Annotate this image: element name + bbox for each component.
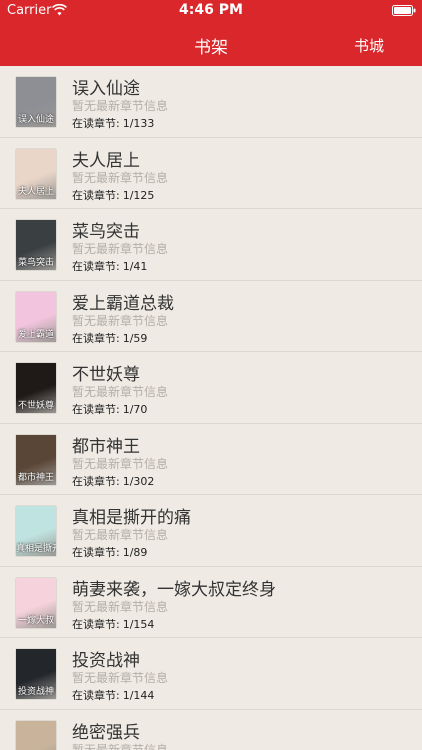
latest-chapter-info: 暂无最新章节信息 (72, 742, 169, 750)
book-cover[interactable]: 一嫁大叔 (16, 577, 56, 628)
book-cover[interactable]: 都市神王 (16, 434, 56, 485)
cover-title-text: 真相是撕开的痛 (16, 544, 56, 554)
cover-title-text: 都市神王 (17, 472, 54, 483)
book-title: 不世妖尊 (72, 365, 140, 385)
app-screen: Carrier 4:46 PM 书架 书城 误入仙途 误入仙途 暂无最新章节信息 在读… (0, 0, 422, 750)
reading-progress: 在读章节: 1/133 (72, 115, 154, 131)
reading-progress: 在读章节: 1/70 (72, 401, 147, 417)
progress-value: 1/133 (122, 117, 155, 130)
cover-title-text: 投资战神 (17, 687, 54, 697)
book-title: 绝密强兵 (72, 722, 140, 743)
bookstore-button[interactable]: 书城 (354, 35, 384, 56)
reading-progress: 在读章节: 1/41 (72, 258, 147, 274)
book-cover[interactable]: 误入仙途 (16, 77, 56, 127)
book-title: 真相是撕开的痛 (72, 508, 191, 528)
book-title: 爱上霸道总裁 (72, 293, 174, 314)
latest-chapter-info: 暂无最新章节信息 (72, 99, 169, 113)
top-bar: Carrier 4:46 PM 书架 书城 (0, 0, 422, 66)
book-row[interactable]: 都市神王 都市神王 暂无最新章节信息 在读章节: 1/302 (0, 424, 422, 495)
latest-chapter-info: 暂无最新章节信息 (72, 671, 169, 685)
book-cover[interactable] (16, 720, 56, 750)
progress-label: 在读章节: (72, 188, 120, 202)
progress-label: 在读章节: (72, 689, 120, 702)
progress-value: 1/89 (122, 546, 148, 559)
progress-value: 1/59 (122, 331, 148, 345)
progress-label: 在读章节: (72, 403, 120, 416)
progress-label: 在读章节: (72, 260, 120, 273)
progress-value: 1/125 (122, 188, 155, 202)
reading-progress: 在读章节: 1/89 (72, 544, 147, 560)
latest-chapter-info: 暂无最新章节信息 (72, 599, 169, 614)
book-row[interactable]: 投资战神 投资战神 暂无最新章节信息 在读章节: 1/144 (0, 638, 422, 710)
book-row[interactable]: 一嫁大叔 萌妻来袭，一嫁大叔定终身 暂无最新章节信息 在读章节: 1/154 (0, 567, 422, 638)
book-title: 夫人居上 (72, 150, 140, 171)
book-cover[interactable]: 爱上霸道 (16, 291, 56, 342)
book-cover[interactable]: 投资战神 (16, 649, 56, 699)
book-row[interactable]: 真相是撕开的痛真相是撕开的痛暂无最新章节信息在读章节:1/89 (0, 495, 422, 567)
cover-title-text: 爱上霸道 (17, 329, 54, 340)
latest-chapter-info: 暂无最新章节信息 (72, 313, 169, 328)
progress-value: 1/302 (122, 474, 155, 488)
cover-title-text: 误入仙途 (17, 115, 54, 125)
reading-progress: 在读章节: 1/144 (72, 687, 154, 703)
cover-title-text: 一嫁大叔 (17, 615, 54, 626)
progress-value: 1/154 (122, 617, 155, 631)
reading-progress: 在读章节: 1/302 (72, 473, 154, 489)
book-title: 都市神王 (72, 436, 140, 457)
book-cover[interactable]: 夫人居上 (16, 148, 56, 199)
book-cover[interactable]: 菜鸟突击 (16, 220, 56, 270)
progress-label: 在读章节: (72, 331, 120, 345)
status-bar: Carrier 4:46 PM (0, 0, 422, 22)
latest-chapter-info: 暂无最新章节信息 (72, 242, 169, 256)
book-cover[interactable]: 不世妖尊 (16, 363, 56, 413)
book-row[interactable]: 爱上霸道 爱上霸道总裁 暂无最新章节信息 在读章节: 1/59 (0, 281, 422, 352)
book-row[interactable]: 菜鸟突击 菜鸟突击 暂无最新章节信息 在读章节: 1/41 (0, 209, 422, 281)
latest-chapter-info: 暂无最新章节信息 (72, 456, 169, 471)
progress-label: 在读章节: (72, 474, 120, 488)
latest-chapter-info: 暂无最新章节信息 (72, 385, 169, 399)
latest-chapter-info: 暂无最新章节信息 (72, 528, 169, 542)
cover-title-text: 菜鸟突击 (17, 258, 54, 268)
status-time: 4:46 PM (179, 2, 243, 18)
battery-icon (392, 5, 416, 16)
book-row[interactable]: 不世妖尊 不世妖尊 暂无最新章节信息 在读章节: 1/70 (0, 352, 422, 424)
book-cover[interactable]: 真相是撕开的痛 (16, 506, 56, 556)
book-title: 投资战神 (72, 651, 140, 671)
progress-value: 1/41 (122, 260, 148, 273)
progress-value: 1/70 (122, 403, 148, 416)
progress-label: 在读章节: (72, 617, 120, 631)
latest-chapter-info: 暂无最新章节信息 (72, 170, 169, 185)
reading-progress: 在读章节: 1/125 (72, 187, 154, 203)
navigation-bar: 书架 书城 (0, 22, 422, 66)
book-title: 萌妻来袭，一嫁大叔定终身 (72, 579, 276, 600)
book-title: 菜鸟突击 (72, 222, 140, 242)
book-row[interactable]: 误入仙途 误入仙途 暂无最新章节信息 在读章节: 1/133 (0, 66, 422, 138)
cover-title-text: 不世妖尊 (17, 401, 54, 411)
cover-title-text: 夫人居上 (17, 186, 54, 197)
bookshelf-list: 误入仙途 误入仙途 暂无最新章节信息 在读章节: 1/133 夫人居上 夫人居上 暂无最新章节… (0, 66, 422, 750)
progress-value: 1/144 (122, 689, 155, 702)
reading-progress: 在读章节: 1/154 (72, 616, 154, 632)
book-row[interactable]: 夫人居上 夫人居上 暂无最新章节信息 在读章节: 1/125 (0, 138, 422, 209)
progress-label: 在读章节: (72, 546, 120, 559)
book-title: 误入仙途 (72, 79, 140, 99)
book-row[interactable]: 绝密强兵暂无最新章节信息在读章节: (0, 710, 422, 750)
reading-progress: 在读章节: 1/59 (72, 330, 147, 346)
progress-label: 在读章节: (72, 117, 120, 130)
